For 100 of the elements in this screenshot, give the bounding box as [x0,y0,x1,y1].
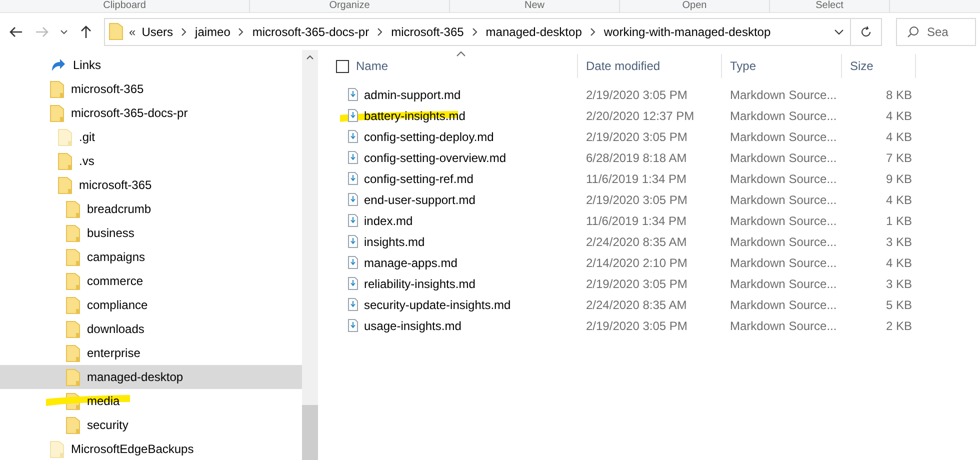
file-type: Markdown Source... [730,276,837,290]
tree-label: microsoft-365 [79,177,152,194]
document-icon [348,319,358,332]
chevron-right-icon [238,28,244,36]
file-row[interactable]: index.md 11/6/2019 1:34 PM Markdown Source... 1 KB [334,210,980,231]
document-icon [348,88,358,101]
file-type: Markdown Source... [730,234,837,248]
document-icon [348,172,358,185]
file-name: insights.md [364,234,425,250]
tree-item[interactable]: downloads [0,317,302,341]
forward-arrow-icon [35,26,49,38]
tree-label: security [87,417,128,434]
file-name: index.md [364,212,413,230]
ribbon-group-label: Clipboard [103,0,146,12]
file-row[interactable]: end-user-support.md 2/19/2020 3:05 PM Markdown Source... 4 KB [334,189,980,210]
file-row[interactable]: security-update-insights.md 2/24/2020 8:35 AM Markdown Source... 5 KB [334,294,980,315]
refresh-icon [860,26,872,38]
breadcrumb-segment[interactable]: Users [142,22,174,40]
folder-icon [66,368,80,386]
file-type: Markdown Source... [730,256,837,270]
file-size: 1 KB [886,212,912,230]
date-modified: 2/14/2020 2:10 PM [586,256,688,270]
folder-icon [58,152,72,170]
tree-label: Links [73,57,102,74]
folder-icon [50,104,64,122]
column-header[interactable]: Size [842,54,916,78]
up-arrow-icon [80,24,92,38]
tree-label: commerce [87,273,144,290]
date-modified: 2/19/2020 3:05 PM [586,88,688,102]
file-name: reliability-insights.md [364,276,476,292]
tree-item[interactable]: compliance [0,293,302,317]
file-row[interactable]: usage-insights.md 2/19/2020 3:05 PM Markdown Source... 2 KB [334,315,980,336]
tree-item[interactable]: enterprise [0,341,302,365]
file-type: Markdown Source... [730,214,837,228]
file-size: 5 KB [886,296,912,314]
ribbon-group-label: Open [682,0,707,12]
back-arrow-icon [9,26,23,38]
file-row[interactable]: manage-apps.md 2/14/2020 2:10 PM Markdown Source... 4 KB [334,252,980,273]
date-modified: 2/19/2020 3:05 PM [586,130,688,144]
scroll-thumb[interactable] [302,405,318,460]
tree-item[interactable]: campaigns [0,245,302,269]
chevron-down-icon [60,28,68,34]
search-field[interactable]: Sea [896,18,976,46]
tree-label: campaigns [87,249,146,266]
tree-item[interactable]: managed-desktop [0,365,302,389]
chevron-right-icon [590,28,596,36]
folder-icon [66,224,80,242]
arrow-icon [50,57,66,73]
folder-icon [66,272,80,290]
date-modified: 6/28/2019 8:18 AM [586,150,687,164]
breadcrumb-segment[interactable]: working-with-managed-desktop [604,22,771,40]
tree-item[interactable]: .vs [0,149,302,173]
tree-item[interactable]: security [0,413,302,437]
file-name: security-update-insights.md [364,296,511,314]
breadcrumb-segment[interactable]: managed-desktop [486,22,582,40]
column-header[interactable]: Name [334,54,578,78]
select-all-checkbox[interactable] [336,60,349,73]
tree-item[interactable]: microsoft-365 [0,77,302,101]
tree-item[interactable]: .git [0,125,302,149]
chevron-right-icon [472,28,478,36]
file-size: 9 KB [886,170,912,188]
tree-label: downloads [87,321,144,338]
tree-item[interactable]: breadcrumb [0,197,302,221]
tree-item[interactable]: commerce [0,269,302,293]
address-bar[interactable]: « Users jaimeo microsoft-365-docs-pr microsoft-365 managed-desktop working-with-managed-desktop [104,18,882,46]
folder-icon [66,416,80,434]
file-row[interactable]: reliability-insights.md 2/19/2020 3:05 PM Markdown Source... 3 KB [334,273,980,294]
file-row[interactable]: insights.md 2/24/2020 8:35 AM Markdown Source... 3 KB [334,231,980,252]
file-name: config-setting-ref.md [364,170,474,188]
tree-label: managed-desktop [87,369,184,386]
file-row[interactable]: config-setting-overview.md 6/28/2019 8:18 AM Markdown Source... 7 KB [334,147,980,168]
file-size: 7 KB [886,150,912,166]
tree-item[interactable]: microsoft-365 [0,173,302,197]
breadcrumb-segment[interactable]: jaimeo [195,22,230,40]
file-row[interactable]: admin-support.md 2/19/2020 3:05 PM Markdown Source... 8 KB [334,84,980,105]
file-row[interactable]: config-setting-ref.md 11/6/2019 1:34 PM Markdown Source... 9 KB [334,168,980,189]
folder-icon [109,23,123,40]
tree-item[interactable]: business [0,221,302,245]
tree-label: MicrosoftEdgeBackups [71,441,194,458]
folder-icon [66,296,80,314]
column-header[interactable]: Type [722,54,842,78]
breadcrumb-segment[interactable]: microsoft-365-docs-pr [252,22,370,40]
file-size: 8 KB [886,86,912,104]
file-name: end-user-support.md [364,192,476,208]
file-row[interactable]: config-setting-deploy.md 2/19/2020 3:05 PM Markdown Source... 4 KB [334,126,980,147]
file-size: 4 KB [886,128,912,146]
overflow-marker[interactable]: « [129,22,136,40]
chevron-right-icon [377,28,384,36]
breadcrumb-segment[interactable]: microsoft-365 [391,22,464,40]
tree-item[interactable]: Links [0,53,302,77]
document-icon [348,109,358,122]
folder-icon [50,440,64,458]
column-header[interactable]: Date modified [578,54,722,78]
date-modified: 2/19/2020 3:05 PM [586,276,688,290]
scrollbar[interactable] [302,50,318,460]
file-type: Markdown Source... [730,88,837,102]
tree-item[interactable]: MicrosoftEdgeBackups [0,437,302,460]
file-size: 3 KB [886,234,912,250]
tree-label: business [87,225,134,242]
tree-item[interactable]: microsoft-365-docs-pr [0,101,302,125]
